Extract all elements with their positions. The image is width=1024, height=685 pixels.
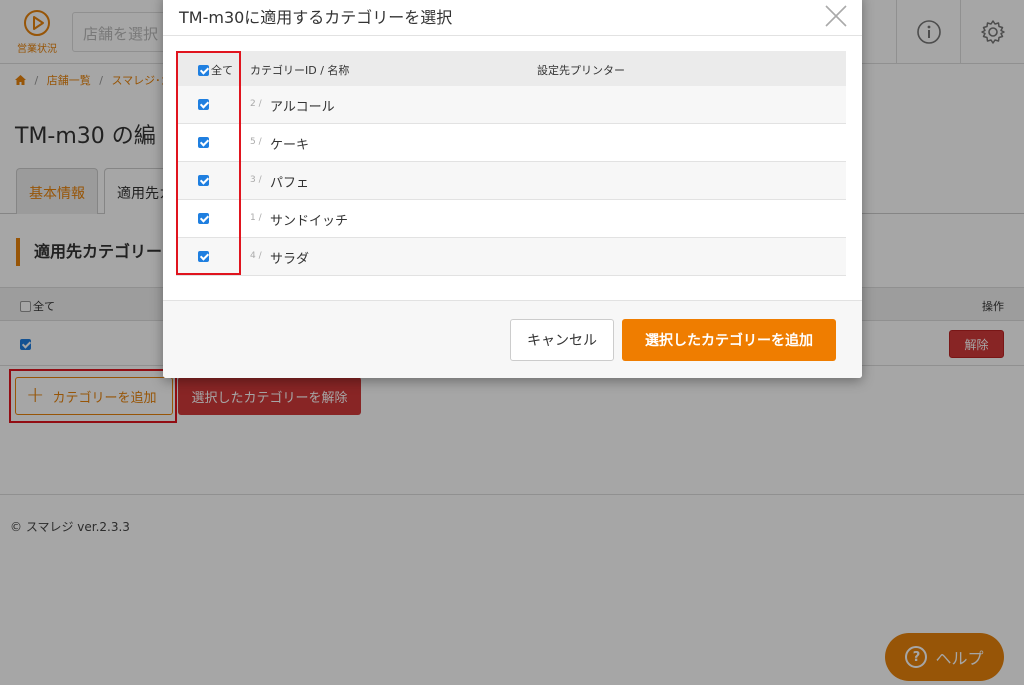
add-selected-categories-button[interactable]: 選択したカテゴリーを追加: [622, 319, 836, 361]
modal-title: TM-m30に適用するカテゴリーを選択: [179, 8, 453, 27]
category-name: パフェ: [270, 176, 310, 191]
list-item[interactable]: 5 / ケーキ: [176, 124, 846, 162]
modal-footer: キャンセル 選択したカテゴリーを追加: [163, 300, 862, 378]
category-id: 3 /: [250, 175, 262, 185]
category-name: ケーキ: [270, 138, 310, 153]
category-select-modal: TM-m30に適用するカテゴリーを選択 全て カテゴリーID / 名称 設定先プ…: [163, 0, 862, 378]
category-id: 4 /: [250, 251, 262, 261]
category-name: アルコール: [270, 100, 335, 115]
modal-header: TM-m30に適用するカテゴリーを選択: [163, 0, 862, 36]
modal-table-header: 全て カテゴリーID / 名称 設定先プリンター: [176, 51, 846, 86]
category-id: 5 /: [250, 137, 262, 147]
category-name: サラダ: [270, 252, 310, 267]
list-item[interactable]: 3 / パフェ: [176, 162, 846, 200]
annotation-highlight-box: [176, 51, 241, 275]
list-item[interactable]: 4 / サラダ: [176, 238, 846, 276]
column-header-printer: 設定先プリンター: [537, 64, 625, 77]
list-item[interactable]: 1 / サンドイッチ: [176, 200, 846, 238]
close-icon[interactable]: [823, 3, 849, 29]
list-item[interactable]: 2 / アルコール: [176, 86, 846, 124]
category-id: 1 /: [250, 213, 262, 223]
column-header-category: カテゴリーID / 名称: [250, 64, 350, 77]
category-name: サンドイッチ: [270, 214, 349, 229]
cancel-button[interactable]: キャンセル: [510, 319, 614, 361]
category-id: 2 /: [250, 99, 262, 109]
